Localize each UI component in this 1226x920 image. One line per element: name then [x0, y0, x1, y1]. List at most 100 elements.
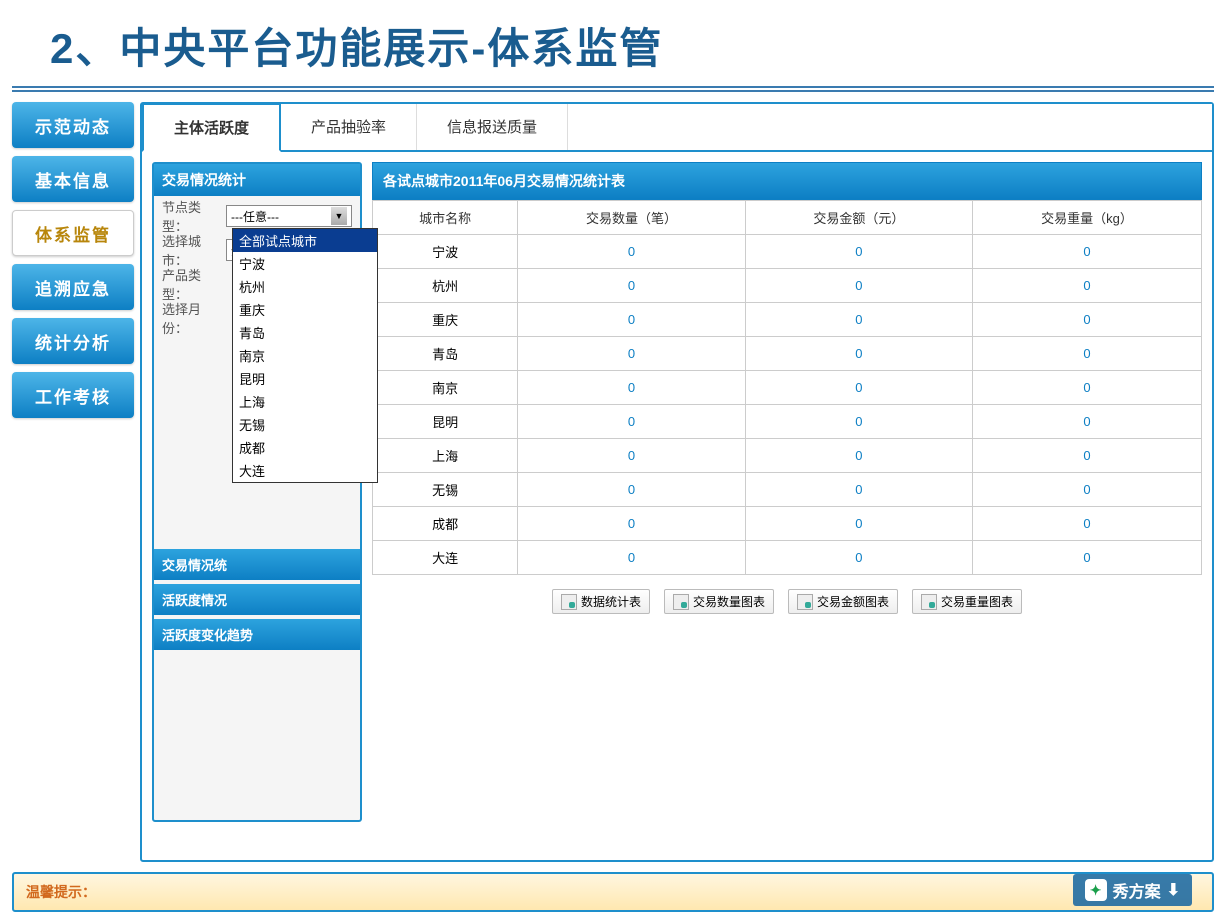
col-amount: 交易金额（元） — [745, 201, 972, 235]
col-qty: 交易数量（笔） — [518, 201, 745, 235]
download-icon: ⬇ — [1167, 880, 1180, 900]
tab-info-quality[interactable]: 信息报送质量 — [417, 104, 568, 150]
col-city: 城市名称 — [373, 201, 518, 235]
wechat-icon: ✦ — [1085, 879, 1107, 901]
cell-weight: 0 — [973, 541, 1202, 575]
cell-weight: 0 — [973, 405, 1202, 439]
cell-weight: 0 — [973, 269, 1202, 303]
cell-qty: 0 — [518, 507, 745, 541]
table-row: 上海000 — [373, 439, 1202, 473]
cell-city: 昆明 — [373, 405, 518, 439]
cell-amount: 0 — [745, 337, 972, 371]
cell-weight: 0 — [973, 371, 1202, 405]
cell-amount: 0 — [745, 235, 972, 269]
cell-qty: 0 — [518, 303, 745, 337]
dropdown-arrow-icon: ▼ — [331, 207, 347, 225]
document-icon — [561, 594, 577, 610]
dropdown-option[interactable]: 无锡 — [233, 413, 377, 436]
cell-amount: 0 — [745, 269, 972, 303]
btn-amount-chart[interactable]: 交易金额图表 — [788, 589, 898, 614]
table-row: 南京000 — [373, 371, 1202, 405]
table-row: 重庆000 — [373, 303, 1202, 337]
link-tab-activity-trend[interactable]: 活跃度变化趋势 — [154, 619, 360, 650]
sidebar: 示范动态 基本信息 体系监管 追溯应急 统计分析 工作考核 — [12, 102, 134, 862]
cell-city: 青岛 — [373, 337, 518, 371]
document-icon — [797, 594, 813, 610]
cell-weight: 0 — [973, 235, 1202, 269]
nav-system-supervision[interactable]: 体系监管 — [12, 210, 134, 256]
cell-weight: 0 — [973, 303, 1202, 337]
dropdown-option[interactable]: 杭州 — [233, 275, 377, 298]
city-dropdown-list: 全部试点城市 宁波 杭州 重庆 青岛 南京 昆明 上海 无锡 成都 大连 — [232, 228, 378, 483]
chart-button-row: 数据统计表 交易数量图表 交易金额图表 交易重量图表 — [372, 575, 1202, 628]
cell-city: 宁波 — [373, 235, 518, 269]
content-panel: 主体活跃度 产品抽验率 信息报送质量 交易情况统计 节点类型： ---任意---… — [140, 102, 1214, 862]
cell-amount: 0 — [745, 541, 972, 575]
month-label: 选择月份： — [162, 299, 226, 337]
document-icon — [673, 594, 689, 610]
dropdown-option[interactable]: 宁波 — [233, 252, 377, 275]
table-row: 昆明000 — [373, 405, 1202, 439]
cell-amount: 0 — [745, 473, 972, 507]
filter-panel: 交易情况统计 节点类型： ---任意--- ▼ 选择城市： 全部试点城市 ▼ — [152, 162, 362, 822]
cell-city: 南京 — [373, 371, 518, 405]
nav-demo-status[interactable]: 示范动态 — [12, 102, 134, 148]
tab-bar: 主体活跃度 产品抽验率 信息报送质量 — [142, 104, 1212, 152]
dropdown-option[interactable]: 南京 — [233, 344, 377, 367]
node-type-select[interactable]: ---任意--- ▼ — [226, 205, 352, 227]
nav-work-assessment[interactable]: 工作考核 — [12, 372, 134, 418]
btn-weight-chart[interactable]: 交易重量图表 — [912, 589, 1022, 614]
dropdown-option[interactable]: 大连 — [233, 459, 377, 482]
cell-amount: 0 — [745, 405, 972, 439]
cell-city: 杭州 — [373, 269, 518, 303]
table-row: 成都000 — [373, 507, 1202, 541]
data-table: 城市名称 交易数量（笔） 交易金额（元） 交易重量（kg） 宁波000杭州000… — [372, 200, 1202, 575]
cell-city: 成都 — [373, 507, 518, 541]
cell-qty: 0 — [518, 473, 745, 507]
tab-inspection-rate[interactable]: 产品抽验率 — [281, 104, 417, 150]
cell-city: 大连 — [373, 541, 518, 575]
cell-qty: 0 — [518, 235, 745, 269]
table-row: 大连000 — [373, 541, 1202, 575]
table-row: 无锡000 — [373, 473, 1202, 507]
tab-activity[interactable]: 主体活跃度 — [142, 103, 281, 152]
cell-weight: 0 — [973, 473, 1202, 507]
page-title: 2、中央平台功能展示-体系监管 — [0, 0, 1226, 86]
col-weight: 交易重量（kg） — [973, 201, 1202, 235]
footer-tip-label: 温馨提示： — [26, 884, 96, 900]
product-type-label: 产品类型： — [162, 265, 226, 303]
link-tab-activity[interactable]: 活跃度情况 — [154, 584, 360, 615]
dropdown-option[interactable]: 重庆 — [233, 298, 377, 321]
cell-qty: 0 — [518, 269, 745, 303]
dropdown-option[interactable]: 昆明 — [233, 367, 377, 390]
nav-basic-info[interactable]: 基本信息 — [12, 156, 134, 202]
dropdown-option[interactable]: 青岛 — [233, 321, 377, 344]
cell-qty: 0 — [518, 371, 745, 405]
document-icon — [921, 594, 937, 610]
dropdown-option[interactable]: 成都 — [233, 436, 377, 459]
cell-qty: 0 — [518, 541, 745, 575]
cell-amount: 0 — [745, 303, 972, 337]
cell-qty: 0 — [518, 337, 745, 371]
btn-qty-chart[interactable]: 交易数量图表 — [664, 589, 774, 614]
cell-city: 重庆 — [373, 303, 518, 337]
cell-city: 上海 — [373, 439, 518, 473]
dropdown-option[interactable]: 上海 — [233, 390, 377, 413]
city-label: 选择城市： — [162, 231, 226, 269]
node-type-label: 节点类型： — [162, 197, 226, 235]
table-row: 宁波000 — [373, 235, 1202, 269]
btn-data-table[interactable]: 数据统计表 — [552, 589, 650, 614]
link-tab-transaction[interactable]: 交易情况统 — [154, 549, 360, 580]
nav-stats-analysis[interactable]: 统计分析 — [12, 318, 134, 364]
dropdown-option-all[interactable]: 全部试点城市 — [233, 229, 377, 252]
cell-amount: 0 — [745, 507, 972, 541]
table-row: 杭州000 — [373, 269, 1202, 303]
table-panel: 各试点城市2011年06月交易情况统计表 城市名称 交易数量（笔） 交易金额（元… — [372, 162, 1202, 822]
cell-weight: 0 — [973, 337, 1202, 371]
title-underline — [12, 86, 1214, 92]
watermark-text: 秀方案 — [1113, 878, 1161, 902]
nav-trace-emergency[interactable]: 追溯应急 — [12, 264, 134, 310]
node-type-value: ---任意--- — [231, 208, 279, 225]
cell-city: 无锡 — [373, 473, 518, 507]
watermark: ✦ 秀方案 ⬇ — [1073, 874, 1192, 906]
